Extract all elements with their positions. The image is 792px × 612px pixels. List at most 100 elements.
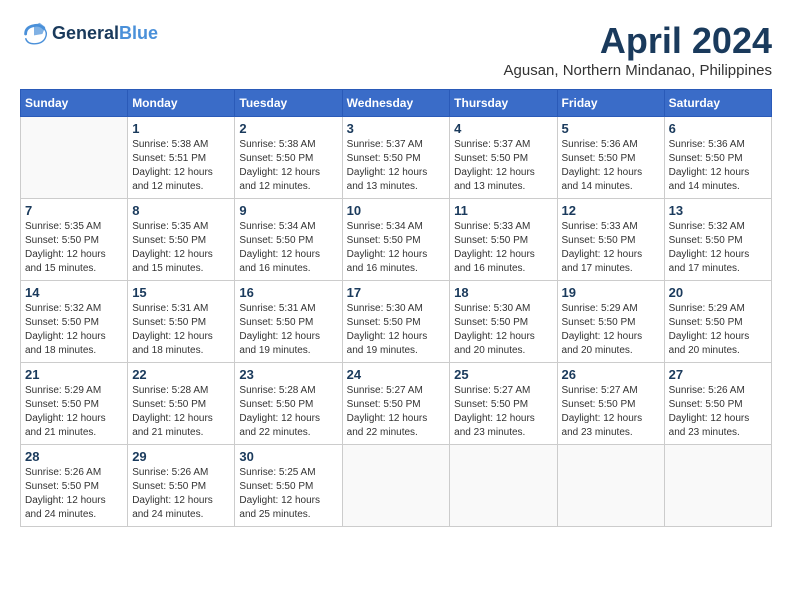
- day-info: Sunrise: 5:27 AMSunset: 5:50 PMDaylight:…: [454, 384, 552, 440]
- calendar-cell: 22 Sunrise: 5:28 AMSunset: 5:50 PMDayligh…: [128, 363, 235, 445]
- day-number: 11: [454, 203, 552, 218]
- calendar-cell: 4 Sunrise: 5:37 AMSunset: 5:50 PMDaylight…: [450, 117, 557, 199]
- day-number: 17: [347, 285, 446, 300]
- day-number: 26: [562, 367, 660, 382]
- calendar-header-row: SundayMondayTuesdayWednesdayThursdayFrid…: [21, 90, 772, 117]
- col-header-saturday: Saturday: [664, 90, 771, 117]
- calendar-cell: 21 Sunrise: 5:29 AMSunset: 5:50 PMDayligh…: [21, 363, 128, 445]
- day-info: Sunrise: 5:32 AMSunset: 5:50 PMDaylight:…: [669, 220, 767, 276]
- day-number: 15: [132, 285, 230, 300]
- col-header-wednesday: Wednesday: [342, 90, 450, 117]
- day-info: Sunrise: 5:36 AMSunset: 5:50 PMDaylight:…: [562, 138, 660, 194]
- calendar-cell: 14Sunrise: 5:32 AMSunset: 5:50 PMDayligh…: [21, 281, 128, 363]
- calendar-cell: 23Sunrise: 5:28 AMSunset: 5:50 PMDayligh…: [235, 363, 342, 445]
- day-number: 19: [562, 285, 660, 300]
- day-number: 6: [669, 121, 767, 136]
- day-number: 16: [239, 285, 337, 300]
- day-info: Sunrise: 5:30 AMSunset: 5:50 PMDaylight:…: [454, 302, 552, 358]
- calendar-week-2: 7 Sunrise: 5:35 AMSunset: 5:50 PMDaylight…: [21, 199, 772, 281]
- col-header-thursday: Thursday: [450, 90, 557, 117]
- calendar-week-3: 14Sunrise: 5:32 AMSunset: 5:50 PMDayligh…: [21, 281, 772, 363]
- day-info: Sunrise: 5:25 AMSunset: 5:50 PMDaylight:…: [239, 466, 337, 522]
- day-info: Sunrise: 5:31 AMSunset: 5:50 PMDaylight:…: [132, 302, 230, 358]
- calendar-cell: 6 Sunrise: 5:36 AMSunset: 5:50 PMDaylight…: [664, 117, 771, 199]
- day-info: Sunrise: 5:37 AMSunset: 5:50 PMDaylight:…: [454, 138, 552, 194]
- logo-icon: [20, 20, 48, 48]
- calendar-cell: [664, 445, 771, 527]
- col-header-tuesday: Tuesday: [235, 90, 342, 117]
- day-number: 13: [669, 203, 767, 218]
- day-number: 29: [132, 449, 230, 464]
- calendar-cell: 29 Sunrise: 5:26 AMSunset: 5:50 PMDayligh…: [128, 445, 235, 527]
- day-info: Sunrise: 5:34 AMSunset: 5:50 PMDaylight:…: [347, 220, 446, 276]
- day-number: 5: [562, 121, 660, 136]
- calendar-cell: 20 Sunrise: 5:29 AMSunset: 5:50 PMDayligh…: [664, 281, 771, 363]
- calendar-cell: 11 Sunrise: 5:33 AMSunset: 5:50 PMDayligh…: [450, 199, 557, 281]
- day-info: Sunrise: 5:33 AMSunset: 5:50 PMDaylight:…: [454, 220, 552, 276]
- day-info: Sunrise: 5:30 AMSunset: 5:50 PMDaylight:…: [347, 302, 446, 358]
- day-number: 20: [669, 285, 767, 300]
- calendar-cell: [450, 445, 557, 527]
- calendar-cell: 12Sunrise: 5:33 AMSunset: 5:50 PMDayligh…: [557, 199, 664, 281]
- day-info: Sunrise: 5:29 AMSunset: 5:50 PMDaylight:…: [562, 302, 660, 358]
- day-info: Sunrise: 5:29 AMSunset: 5:50 PMDaylight:…: [25, 384, 123, 440]
- day-number: 3: [347, 121, 446, 136]
- day-number: 24: [347, 367, 446, 382]
- calendar-cell: 26 Sunrise: 5:27 AMSunset: 5:50 PMDayligh…: [557, 363, 664, 445]
- col-header-monday: Monday: [128, 90, 235, 117]
- calendar-cell: 10 Sunrise: 5:34 AMSunset: 5:50 PMDayligh…: [342, 199, 450, 281]
- col-header-sunday: Sunday: [21, 90, 128, 117]
- day-number: 2: [239, 121, 337, 136]
- calendar-cell: 16 Sunrise: 5:31 AMSunset: 5:50 PMDayligh…: [235, 281, 342, 363]
- calendar-cell: 19 Sunrise: 5:29 AMSunset: 5:50 PMDayligh…: [557, 281, 664, 363]
- day-number: 22: [132, 367, 230, 382]
- day-info: Sunrise: 5:29 AMSunset: 5:50 PMDaylight:…: [669, 302, 767, 358]
- calendar-week-1: 1 Sunrise: 5:38 AMSunset: 5:51 PMDaylight…: [21, 117, 772, 199]
- col-header-friday: Friday: [557, 90, 664, 117]
- calendar-cell: 30 Sunrise: 5:25 AMSunset: 5:50 PMDayligh…: [235, 445, 342, 527]
- day-info: Sunrise: 5:26 AMSunset: 5:50 PMDaylight:…: [669, 384, 767, 440]
- calendar-cell: [342, 445, 450, 527]
- day-number: 30: [239, 449, 337, 464]
- day-number: 9: [239, 203, 337, 218]
- day-number: 7: [25, 203, 123, 218]
- day-number: 8: [132, 203, 230, 218]
- day-info: Sunrise: 5:35 AMSunset: 5:50 PMDaylight:…: [132, 220, 230, 276]
- calendar-week-4: 21 Sunrise: 5:29 AMSunset: 5:50 PMDayligh…: [21, 363, 772, 445]
- location-subtitle: Agusan, Northern Mindanao, Philippines: [504, 62, 773, 79]
- day-number: 28: [25, 449, 123, 464]
- calendar-cell: 5 Sunrise: 5:36 AMSunset: 5:50 PMDaylight…: [557, 117, 664, 199]
- calendar-cell: 13 Sunrise: 5:32 AMSunset: 5:50 PMDayligh…: [664, 199, 771, 281]
- calendar-cell: 25 Sunrise: 5:27 AMSunset: 5:50 PMDayligh…: [450, 363, 557, 445]
- day-info: Sunrise: 5:38 AMSunset: 5:50 PMDaylight:…: [239, 138, 337, 194]
- logo-text: GeneralBlue: [52, 24, 158, 44]
- calendar-cell: 27 Sunrise: 5:26 AMSunset: 5:50 PMDayligh…: [664, 363, 771, 445]
- day-info: Sunrise: 5:31 AMSunset: 5:50 PMDaylight:…: [239, 302, 337, 358]
- day-info: Sunrise: 5:26 AMSunset: 5:50 PMDaylight:…: [25, 466, 123, 522]
- day-info: Sunrise: 5:35 AMSunset: 5:50 PMDaylight:…: [25, 220, 123, 276]
- day-info: Sunrise: 5:38 AMSunset: 5:51 PMDaylight:…: [132, 138, 230, 194]
- calendar-cell: 18Sunrise: 5:30 AMSunset: 5:50 PMDayligh…: [450, 281, 557, 363]
- day-number: 10: [347, 203, 446, 218]
- logo: GeneralBlue: [20, 20, 158, 48]
- calendar-cell: 8 Sunrise: 5:35 AMSunset: 5:50 PMDaylight…: [128, 199, 235, 281]
- day-info: Sunrise: 5:37 AMSunset: 5:50 PMDaylight:…: [347, 138, 446, 194]
- day-number: 25: [454, 367, 552, 382]
- day-info: Sunrise: 5:36 AMSunset: 5:50 PMDaylight:…: [669, 138, 767, 194]
- calendar-cell: [21, 117, 128, 199]
- calendar-cell: 28 Sunrise: 5:26 AMSunset: 5:50 PMDayligh…: [21, 445, 128, 527]
- day-info: Sunrise: 5:27 AMSunset: 5:50 PMDaylight:…: [347, 384, 446, 440]
- calendar-cell: 3 Sunrise: 5:37 AMSunset: 5:50 PMDaylight…: [342, 117, 450, 199]
- calendar-cell: [557, 445, 664, 527]
- calendar-cell: 2 Sunrise: 5:38 AMSunset: 5:50 PMDaylight…: [235, 117, 342, 199]
- day-number: 1: [132, 121, 230, 136]
- calendar-week-5: 28 Sunrise: 5:26 AMSunset: 5:50 PMDayligh…: [21, 445, 772, 527]
- day-number: 21: [25, 367, 123, 382]
- day-number: 23: [239, 367, 337, 382]
- day-info: Sunrise: 5:27 AMSunset: 5:50 PMDaylight:…: [562, 384, 660, 440]
- day-info: Sunrise: 5:26 AMSunset: 5:50 PMDaylight:…: [132, 466, 230, 522]
- day-number: 27: [669, 367, 767, 382]
- calendar-cell: 9Sunrise: 5:34 AMSunset: 5:50 PMDaylight…: [235, 199, 342, 281]
- day-info: Sunrise: 5:28 AMSunset: 5:50 PMDaylight:…: [132, 384, 230, 440]
- day-number: 4: [454, 121, 552, 136]
